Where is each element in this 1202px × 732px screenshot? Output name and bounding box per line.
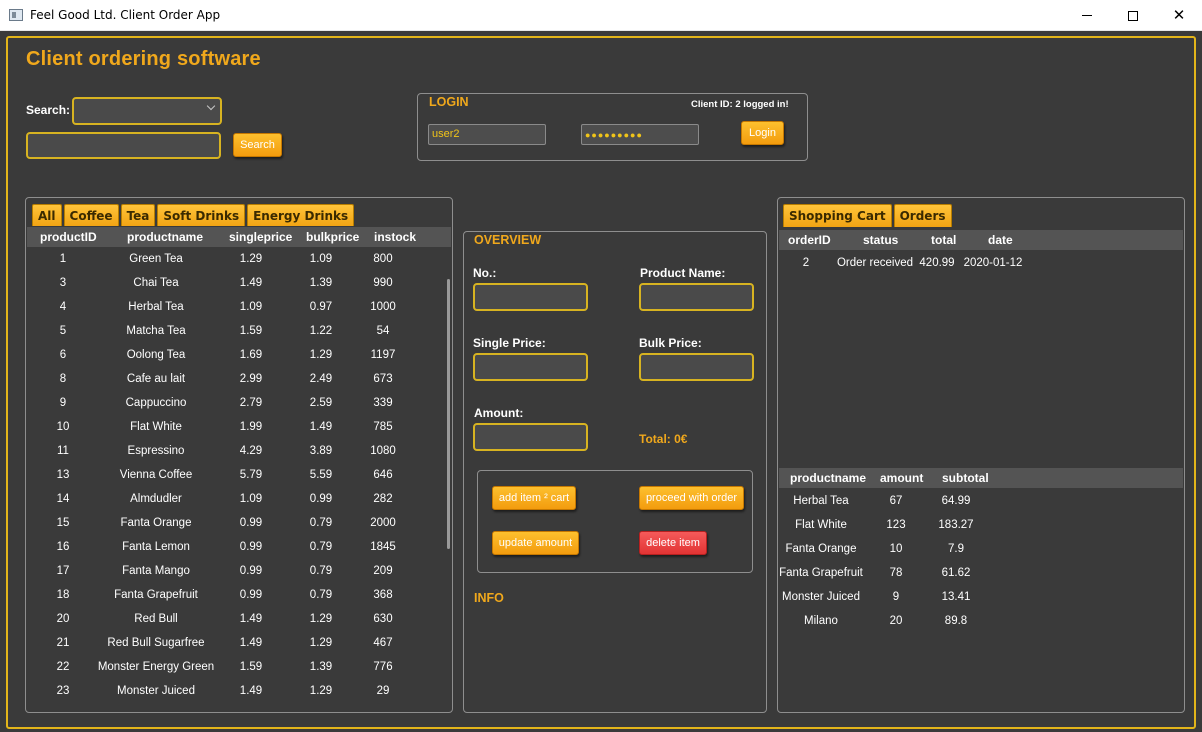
table-cell: 630: [373, 613, 393, 625]
table-cell: 54: [376, 325, 390, 337]
table-cell: 646: [373, 469, 393, 481]
column-header[interactable]: total: [931, 233, 956, 247]
tab-tea[interactable]: Tea: [120, 204, 156, 226]
column-header[interactable]: singleprice: [229, 230, 292, 244]
table-cell: 61.62: [941, 567, 971, 579]
info-title: INFO: [474, 591, 504, 605]
table-cell: 29: [376, 685, 390, 697]
products-table-header: productID productname singleprice bulkpr…: [27, 227, 451, 247]
login-title: LOGIN: [429, 95, 469, 109]
tab-energy-drinks[interactable]: Energy Drinks: [247, 204, 355, 226]
app-body: Client ordering software Search: Search …: [0, 31, 1202, 732]
login-button[interactable]: Login: [741, 121, 784, 145]
column-header[interactable]: status: [863, 233, 898, 247]
bulk-price-field[interactable]: [639, 353, 754, 381]
tab-soft-drinks[interactable]: Soft Drinks: [157, 204, 246, 226]
app-window-icon: [9, 9, 23, 21]
proceed-with-order-button[interactable]: proceed with order: [639, 486, 744, 510]
single-price-field[interactable]: [473, 353, 588, 381]
table-cell: 368: [373, 589, 393, 601]
table-cell: 282: [373, 493, 393, 505]
tab-coffee[interactable]: Coffee: [63, 204, 119, 226]
tab-shopping-cart[interactable]: Shopping Cart: [783, 204, 892, 227]
order-items-table-header: productname amount subtotal: [779, 468, 1183, 488]
table-cell: 1197: [370, 349, 396, 361]
page-title: Client ordering software: [26, 48, 261, 70]
table-cell: 7.9: [948, 543, 964, 555]
update-amount-button[interactable]: update amount: [492, 531, 579, 555]
column-header[interactable]: orderID: [788, 233, 831, 247]
table-cell: 13.41: [941, 591, 971, 603]
column-header[interactable]: productID: [40, 230, 97, 244]
product-name-field[interactable]: [639, 283, 754, 311]
search-label: Search:: [26, 103, 71, 117]
column-header[interactable]: instock: [374, 230, 416, 244]
bulk-price-label: Bulk Price:: [639, 336, 702, 350]
table-cell: 800: [373, 253, 393, 265]
table-cell: 467: [373, 637, 393, 649]
order-total: Total: 0€: [639, 432, 688, 446]
close-icon[interactable]: ✕: [1156, 0, 1202, 31]
window-title-bar: Feel Good Ltd. Client Order App ✕: [0, 0, 1202, 31]
table-cell: 183.27: [938, 519, 974, 531]
search-input[interactable]: [26, 132, 221, 159]
tab-orders[interactable]: Orders: [893, 204, 952, 227]
table-cell: 64.99: [941, 495, 971, 507]
login-status: Client ID: 2 logged in!: [691, 99, 789, 110]
column-header[interactable]: amount: [880, 471, 923, 485]
add-to-cart-button[interactable]: add item ² cart: [492, 486, 576, 510]
column-header[interactable]: subtotal: [942, 471, 989, 485]
delete-item-button[interactable]: delete item: [639, 531, 707, 555]
overview-title: OVERVIEW: [474, 233, 542, 247]
no-label: No.:: [473, 266, 497, 280]
minimize-icon[interactable]: [1064, 0, 1110, 31]
single-price-label: Single Price:: [473, 336, 546, 350]
table-cell: 2020-01-12: [963, 257, 1023, 269]
window-title: Feel Good Ltd. Client Order App: [30, 8, 221, 22]
search-button[interactable]: Search: [233, 133, 282, 157]
product-name-label: Product Name:: [640, 266, 726, 280]
amount-label: Amount:: [474, 406, 524, 420]
products-scrollbar[interactable]: [447, 279, 450, 549]
table-cell: 785: [373, 421, 393, 433]
amount-field[interactable]: [473, 423, 588, 451]
column-header[interactable]: productname: [790, 471, 866, 485]
table-cell: 1080: [370, 445, 396, 457]
table-cell: 673: [373, 373, 393, 385]
username-field[interactable]: user2: [428, 124, 546, 145]
column-header[interactable]: bulkprice: [306, 230, 359, 244]
column-header[interactable]: productname: [127, 230, 203, 244]
table-cell: 776: [373, 661, 393, 673]
table-cell: 990: [373, 277, 393, 289]
search-category-select[interactable]: [72, 97, 222, 125]
orders-panel: [777, 197, 1185, 713]
cart-tabs: Shopping Cart Orders: [783, 204, 954, 227]
table-cell: 89.8: [944, 615, 968, 627]
table-cell: 1845: [370, 541, 396, 553]
maximize-icon[interactable]: [1110, 0, 1156, 31]
table-cell: 339: [373, 397, 393, 409]
table-cell: 1000: [370, 301, 396, 313]
table-cell: 2000: [370, 517, 396, 529]
table-cell: 209: [373, 565, 393, 577]
tab-all[interactable]: All: [32, 204, 62, 226]
orders-table-header: orderID status total date: [779, 230, 1183, 250]
chevron-down-icon: [206, 101, 216, 111]
column-header[interactable]: date: [988, 233, 1013, 247]
product-category-tabs: All Coffee Tea Soft Drinks Energy Drinks: [32, 204, 356, 226]
password-field[interactable]: ●●●●●●●●●: [581, 124, 699, 145]
product-no-field[interactable]: [473, 283, 588, 311]
